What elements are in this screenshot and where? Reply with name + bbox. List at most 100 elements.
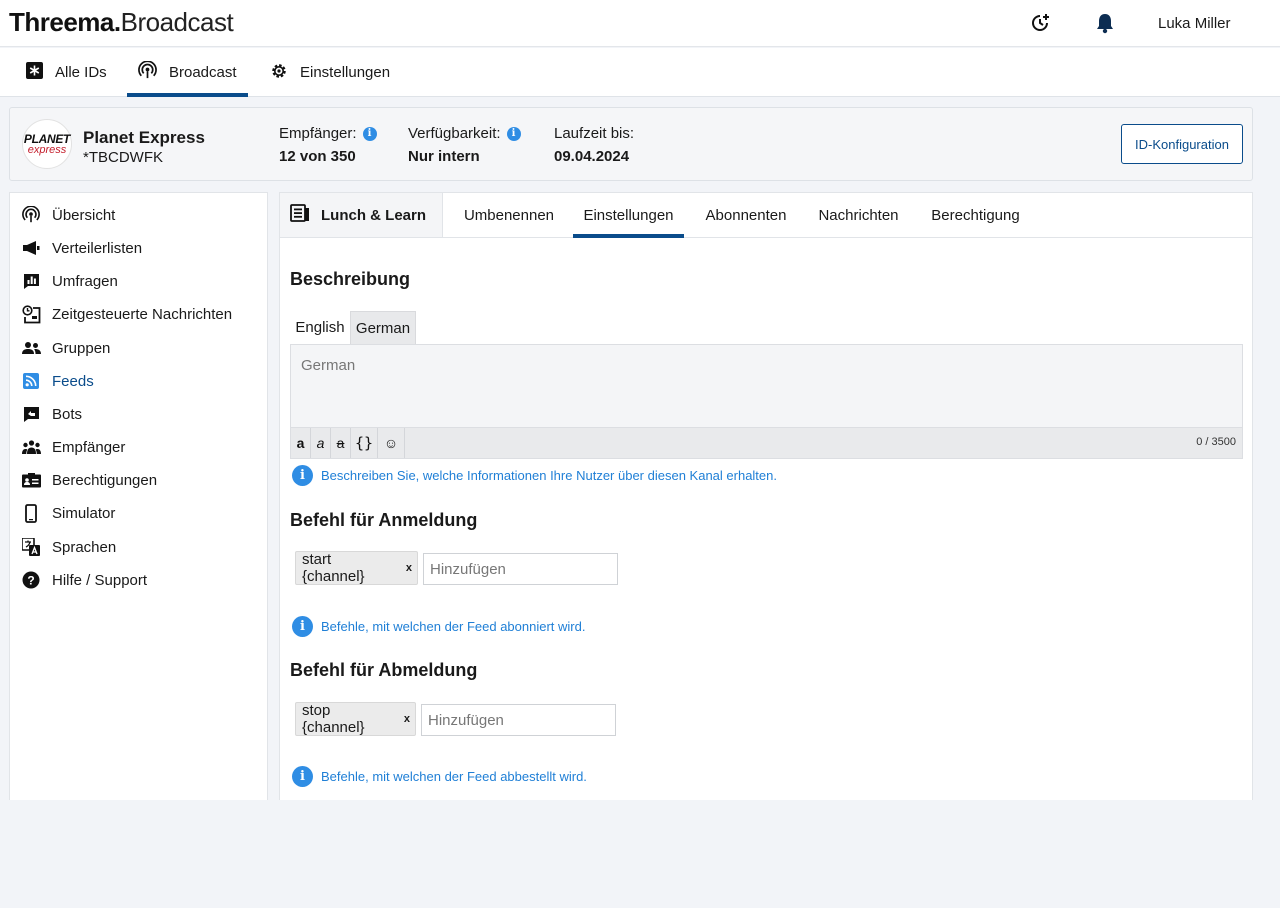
sidebar-item-sprachen[interactable]: Sprachen <box>21 535 116 559</box>
id-card-icon <box>21 470 41 490</box>
sidebar-item-label: Hilfe / Support <box>52 571 148 589</box>
app-logo[interactable]: Threema.Broadcast <box>9 7 234 38</box>
lang-tab-english[interactable]: English <box>290 311 350 344</box>
recipients-icon <box>21 437 41 457</box>
feed-tabs: Lunch & Learn Umbenennen Einstellungen A… <box>280 193 1252 238</box>
nav-broadcast[interactable]: Broadcast <box>127 48 248 97</box>
main-nav: Alle IDs Broadcast Einstellungen <box>0 48 1280 97</box>
rss-icon <box>21 371 41 391</box>
logo-line2: express <box>27 143 67 156</box>
sidebar-item-label: Gruppen <box>52 339 111 357</box>
sidebar-item-label: Bots <box>52 405 83 423</box>
sidebar-item-bots[interactable]: Bots <box>21 402 82 426</box>
description-text[interactable]: German <box>301 357 355 374</box>
document-icon <box>290 204 310 226</box>
id-config-button[interactable]: ID-Konfiguration <box>1121 124 1243 164</box>
nav-alle-ids[interactable]: Alle IDs <box>26 48 110 97</box>
availability-value: Nur intern <box>408 148 480 165</box>
broadcast-icon <box>21 205 41 225</box>
asterisk-box-icon <box>26 62 43 83</box>
command-chip: start {channel} x <box>295 551 418 585</box>
nav-label: Broadcast <box>169 64 237 81</box>
sidebar-item-label: Empfänger <box>52 438 126 456</box>
character-counter: 0 / 3500 <box>1196 436 1236 448</box>
sidebar-item-label: Simulator <box>52 504 116 522</box>
phone-icon <box>21 503 41 523</box>
tab-abonnenten[interactable]: Abonnenten <box>695 193 797 237</box>
account-name: Planet Express <box>83 128 205 147</box>
sidebar-item-zeitgesteuerte-nachrichten[interactable]: Zeitgesteuerte Nachrichten <box>21 302 232 326</box>
sidebar-item-verteilerlisten[interactable]: Verteilerlisten <box>21 236 142 260</box>
tab-nachrichten[interactable]: Nachrichten <box>808 193 909 237</box>
group-icon <box>21 338 41 358</box>
availability-label-text: Verfügbarkeit: <box>408 125 501 142</box>
hint-text: Befehle, mit welchen der Feed abbestellt… <box>321 769 587 784</box>
sidebar-item-umfragen[interactable]: Umfragen <box>21 269 118 293</box>
unsubscribe-heading: Befehl für Abmeldung <box>290 660 478 680</box>
sidebar-item-hilfe-support[interactable]: ? Hilfe / Support <box>21 568 147 592</box>
sidebar-item-feeds[interactable]: Feeds <box>21 369 94 393</box>
code-button[interactable]: {} <box>351 428 378 458</box>
sidebar-item-label: Feeds <box>52 372 94 390</box>
user-name[interactable]: Luka Miller <box>1158 15 1231 32</box>
unsubscribe-hint: i Befehle, mit welchen der Feed abbestel… <box>292 766 587 787</box>
sidebar-item-simulator[interactable]: Simulator <box>21 501 115 525</box>
hint-text: Beschreiben Sie, welche Informationen Ih… <box>321 468 777 483</box>
nav-label: Einstellungen <box>300 64 391 81</box>
sidebar-item-uebersicht[interactable]: Übersicht <box>21 203 115 227</box>
runtime-value: 09.04.2024 <box>554 148 630 165</box>
recipients-label-text: Empfänger: <box>279 125 357 142</box>
tab-einstellungen[interactable]: Einstellungen <box>573 193 684 238</box>
megaphone-icon <box>21 238 41 258</box>
logo-bold: Threema. <box>9 7 121 37</box>
logo-line1: PLANET <box>23 131 71 146</box>
sidebar-item-label: Umfragen <box>52 272 118 290</box>
emoji-button[interactable]: ☺ <box>378 428 405 458</box>
tab-berechtigung[interactable]: Berechtigung <box>921 193 1030 237</box>
strikethrough-button[interactable]: a <box>331 428 351 458</box>
unsubscribe-add-input[interactable] <box>421 704 616 736</box>
subscribe-heading: Befehl für Anmeldung <box>290 510 478 530</box>
sidebar-item-empfaenger[interactable]: Empfänger <box>21 435 125 459</box>
bot-chat-icon <box>21 404 41 424</box>
poll-icon <box>21 271 41 291</box>
info-icon: i <box>292 766 313 787</box>
editor-toolbar: a a a {} ☺ 0 / 3500 <box>291 427 1242 458</box>
info-icon: i <box>292 465 313 486</box>
sidebar-item-label: Berechtigungen <box>52 471 158 489</box>
recipients-label: Empfänger: i <box>279 125 377 142</box>
chip-label: start {channel} <box>302 551 365 585</box>
lang-tab-german[interactable]: German <box>350 311 416 344</box>
nav-einstellungen[interactable]: Einstellungen <box>270 48 395 97</box>
help-icon: ? <box>21 570 41 590</box>
sidebar-item-label: Übersicht <box>52 206 116 224</box>
chip-remove-button[interactable]: x <box>406 562 412 574</box>
gear-icon <box>270 62 288 84</box>
account-card: PLANET express Planet Express *TBCDWFK E… <box>9 107 1253 181</box>
logo-light: Broadcast <box>120 7 234 37</box>
sidebar-item-gruppen[interactable]: Gruppen <box>21 336 110 360</box>
svg-text:?: ? <box>27 574 34 588</box>
account-id: *TBCDWFK <box>83 149 163 166</box>
chip-remove-button[interactable]: x <box>404 713 410 725</box>
subscribe-add-input[interactable] <box>423 553 618 585</box>
bold-button[interactable]: a <box>291 428 311 458</box>
info-icon[interactable]: i <box>362 126 377 141</box>
history-plus-icon[interactable] <box>1029 12 1051 34</box>
description-heading: Beschreibung <box>290 269 411 289</box>
nav-label: Alle IDs <box>55 64 107 81</box>
bell-icon[interactable] <box>1094 12 1116 34</box>
description-editor[interactable]: German a a a {} ☺ 0 / 3500 <box>290 344 1243 459</box>
info-icon[interactable]: i <box>506 126 521 141</box>
sidebar: Übersicht Verteilerlisten Umfragen Zeitg… <box>9 192 268 800</box>
account-logo: PLANET express <box>22 119 72 169</box>
translate-icon <box>21 537 41 557</box>
tab-umbenennen[interactable]: Umbenennen <box>453 193 565 237</box>
sidebar-item-berechtigungen[interactable]: Berechtigungen <box>21 468 157 492</box>
feed-title-text: Lunch & Learn <box>321 206 427 224</box>
hint-text: Befehle, mit welchen der Feed abonniert … <box>321 619 586 634</box>
sidebar-item-label: Zeitgesteuerte Nachrichten <box>52 305 233 323</box>
sidebar-item-label: Sprachen <box>52 538 117 556</box>
italic-button[interactable]: a <box>311 428 331 458</box>
feed-settings-panel: Lunch & Learn Umbenennen Einstellungen A… <box>279 192 1253 800</box>
